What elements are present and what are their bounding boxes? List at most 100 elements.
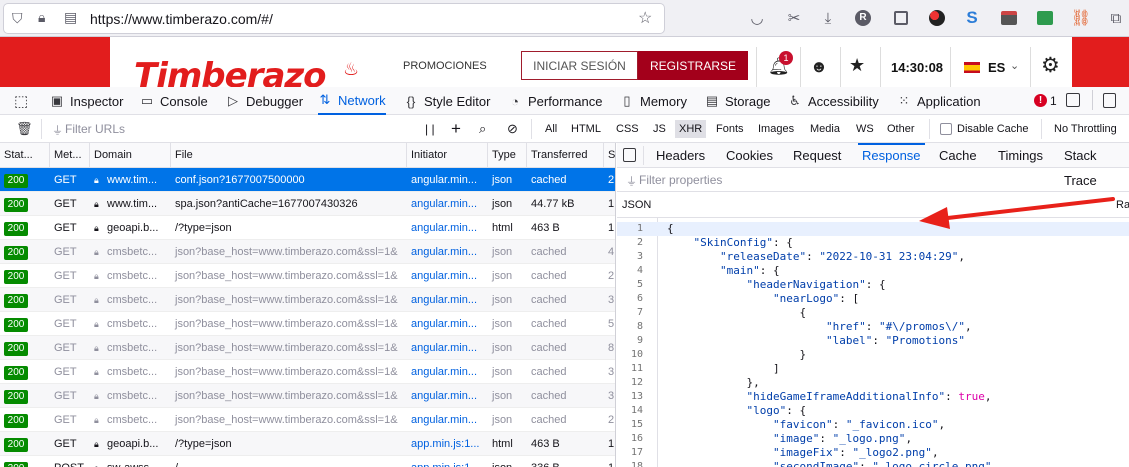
- column-header-status[interactable]: Stat...: [0, 143, 50, 168]
- screenshot-icon[interactable]: ✂: [784, 8, 804, 28]
- type-filter-images[interactable]: Images: [754, 120, 798, 138]
- type-filter-ws[interactable]: WS: [852, 120, 878, 138]
- console-icon: ▭: [140, 93, 154, 108]
- type-filter-all[interactable]: All: [541, 120, 561, 138]
- table-row[interactable]: 200 GET 🔒︎ cmsbetc... json?base_host=www.tim…: [0, 288, 615, 312]
- puzzle-icon[interactable]: ⧉: [1106, 8, 1126, 28]
- tab-memory[interactable]: ▯ Memory: [620, 87, 687, 115]
- promotions-link[interactable]: PROMOCIONES: [403, 60, 487, 72]
- column-header-method[interactable]: Met...: [50, 143, 90, 168]
- raw-toggle[interactable]: Ra: [1116, 199, 1129, 211]
- login-button[interactable]: INICIAR SESIÓN: [521, 51, 638, 80]
- favorites-star-icon[interactable]: ★: [849, 55, 865, 76]
- column-header-domain[interactable]: Domain: [90, 143, 171, 168]
- filter-properties-input[interactable]: Filter properties: [639, 173, 722, 187]
- tab-request[interactable]: Request: [793, 143, 841, 168]
- toggle-sidebar-icon[interactable]: [623, 148, 636, 162]
- extension-s-icon[interactable]: S: [962, 8, 982, 28]
- chevron-down-icon[interactable]: ⌄: [1010, 59, 1019, 72]
- error-count[interactable]: 1: [1050, 94, 1057, 108]
- table-row[interactable]: 200 GET 🔒︎ cmsbetc... json?base_host=www.tim…: [0, 360, 615, 384]
- table-row[interactable]: 200 GET 🔒︎ cmsbetc... json?base_host=www.tim…: [0, 384, 615, 408]
- trash-icon[interactable]: 🗑︎: [16, 121, 33, 137]
- table-row[interactable]: 200 GET 🔒︎ cmsbetc... json?base_host=www.tim…: [0, 312, 615, 336]
- tab-label: Performance: [528, 93, 603, 109]
- table-row[interactable]: 200 GET 🔒︎ www.tim... conf.json?167700750000…: [0, 168, 615, 192]
- extension-dark-icon[interactable]: [999, 8, 1019, 28]
- column-header-type[interactable]: Type: [488, 143, 527, 168]
- tab-style-editor[interactable]: {} Style Editor: [404, 87, 491, 115]
- cell-size: 8: [608, 342, 615, 354]
- extension-grid-icon[interactable]: [891, 8, 911, 28]
- language-selector[interactable]: ES: [988, 60, 1005, 75]
- table-row[interactable]: 200 GET 🔒︎ cmsbetc... json?base_host=www.tim…: [0, 408, 615, 432]
- extension-r-icon[interactable]: R: [853, 8, 873, 28]
- disable-cache-label[interactable]: Disable Cache: [957, 115, 1029, 143]
- pocket-icon[interactable]: ◡: [747, 8, 767, 28]
- table-row[interactable]: 200 GET 🔒︎ www.tim... spa.json?antiCache=167…: [0, 192, 615, 216]
- table-row[interactable]: 200 GET 🔒︎ cmsbetc... json?base_host=www.tim…: [0, 336, 615, 360]
- type-filter-fonts[interactable]: Fonts: [712, 120, 748, 138]
- column-header-file[interactable]: File: [171, 143, 407, 168]
- register-button[interactable]: REGISTRARSE: [638, 51, 748, 80]
- tab-storage[interactable]: ▤ Storage: [705, 87, 771, 115]
- table-row[interactable]: 200 GET 🔒︎ geoapi.b... /?type=json angular.mi…: [0, 216, 615, 240]
- filter-urls-input[interactable]: Filter URLs: [65, 115, 125, 143]
- column-header-initiator[interactable]: Initiator: [407, 143, 488, 168]
- user-icon[interactable]: ☻: [810, 57, 828, 77]
- element-picker-icon[interactable]: ⬚: [14, 92, 28, 110]
- throttling-select[interactable]: No Throttling: [1054, 115, 1117, 143]
- extension-link-icon[interactable]: ⛓: [1071, 8, 1091, 28]
- column-header-transferred[interactable]: Transferred: [527, 143, 604, 168]
- json-toggle[interactable]: JSON: [622, 199, 651, 211]
- table-row[interactable]: 200 GET 🔒︎ cmsbetc... json?base_host=www.tim…: [0, 264, 615, 288]
- tab-inspector[interactable]: ▣ Inspector: [50, 87, 124, 115]
- tab-application[interactable]: ⁙ Application: [897, 87, 981, 115]
- bookmark-star-icon[interactable]: ☆: [638, 8, 652, 28]
- tab-accessibility[interactable]: ♿︎ Accessibility: [788, 87, 879, 115]
- tab-debugger[interactable]: ▷ Debugger: [226, 87, 303, 115]
- disable-cache-checkbox[interactable]: [940, 123, 952, 135]
- extension-ball-icon[interactable]: [927, 8, 947, 28]
- tab-performance[interactable]: ◔ Performance: [508, 87, 602, 115]
- dock-toggle-icon[interactable]: [1066, 93, 1080, 107]
- url-bar[interactable]: ⛉ 🔒︎ ▤ https://www.timberazo.com/#/ ☆: [4, 4, 664, 33]
- tab-response[interactable]: Response: [858, 143, 925, 168]
- tab-headers[interactable]: Headers: [656, 143, 705, 168]
- type-filter-media[interactable]: Media: [806, 120, 844, 138]
- tab-network[interactable]: ⇅ Network: [318, 87, 386, 115]
- type-filter-xhr[interactable]: XHR: [675, 120, 707, 138]
- block-icon[interactable]: ⊘: [507, 115, 518, 143]
- table-row[interactable]: 200 GET 🔒︎ cmsbetc... json?base_host=www.tim…: [0, 240, 615, 264]
- separate-window-icon[interactable]: [1103, 93, 1116, 108]
- cell-file: json?base_host=www.timberazo.com&ssl=1&: [175, 246, 398, 258]
- tab-cookies[interactable]: Cookies: [726, 143, 773, 168]
- cell-size: 2: [608, 270, 615, 282]
- tab-timings[interactable]: Timings: [998, 143, 1043, 168]
- request-table: Stat... Met... Domain File Initiator Typ…: [0, 143, 616, 467]
- reader-icon[interactable]: ▤: [64, 9, 77, 26]
- column-header-size[interactable]: S: [604, 143, 615, 168]
- table-row[interactable]: 200POST🔒︎sw-awss.../app.min.js:1...json3…: [0, 456, 615, 467]
- table-row[interactable]: 200 GET 🔒︎ geoapi.b... /?type=json app.min.js…: [0, 432, 615, 456]
- tab-cache[interactable]: Cache: [939, 143, 977, 168]
- add-filter-button[interactable]: +: [451, 115, 461, 143]
- gear-icon[interactable]: ⚙: [1041, 53, 1060, 78]
- cell-domain: 🔒︎ geoapi.b...: [90, 432, 171, 456]
- error-icon[interactable]: !: [1034, 94, 1047, 107]
- pause-button[interactable]: | |: [425, 115, 435, 143]
- search-icon[interactable]: ⌕: [479, 115, 486, 143]
- tab-stack-trace[interactable]: Stack Trace: [1064, 143, 1129, 188]
- type-filter-js[interactable]: JS: [649, 120, 670, 138]
- site-logo[interactable]: Timberazo: [134, 61, 326, 87]
- type-filter-css[interactable]: CSS: [612, 120, 643, 138]
- extension-green-icon[interactable]: [1035, 8, 1055, 28]
- network-icon: ⇅: [319, 92, 331, 107]
- type-filter-other[interactable]: Other: [883, 120, 919, 138]
- type-filter-html[interactable]: HTML: [567, 120, 605, 138]
- url-text[interactable]: https://www.timberazo.com/#/: [90, 11, 273, 27]
- lock-icon[interactable]: 🔒︎: [38, 9, 45, 26]
- download-icon[interactable]: ⤓: [818, 8, 838, 28]
- tab-console[interactable]: ▭ Console: [140, 87, 208, 115]
- shield-icon[interactable]: ⛉: [12, 10, 23, 27]
